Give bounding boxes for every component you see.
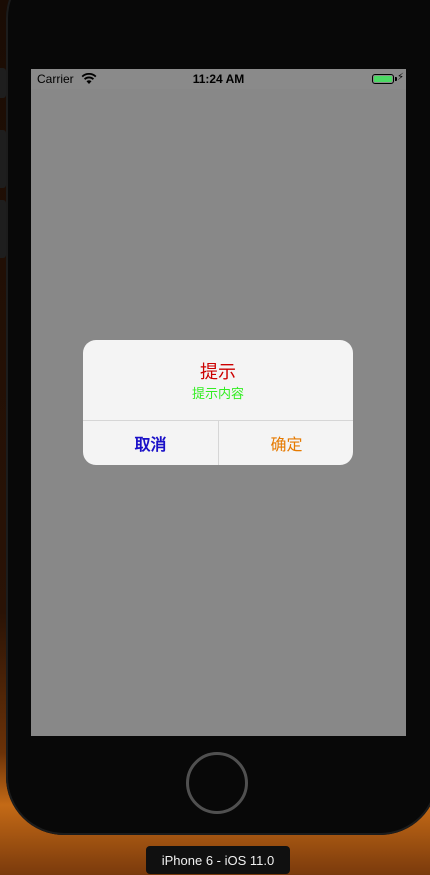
alert-title: 提示 (200, 362, 236, 383)
home-button[interactable] (186, 752, 248, 814)
battery-icon (372, 74, 394, 84)
status-time: 11:24 AM (192, 72, 245, 86)
cancel-button[interactable]: 取消 (83, 421, 218, 465)
simulator-device-label: iPhone 6 - iOS 11.0 (146, 846, 290, 874)
alert-dialog: 提示 提示内容 取消 确定 (83, 340, 353, 465)
confirm-button[interactable]: 确定 (219, 421, 353, 465)
alert-message: 提示内容 (191, 387, 244, 402)
status-bar: Carrier 11:24 AM ⚡ (31, 69, 406, 89)
charging-bolt-icon: ⚡ (396, 72, 404, 83)
app-screen: Carrier 11:24 AM ⚡ 提示 提示内容 取消 确定 (31, 69, 406, 736)
